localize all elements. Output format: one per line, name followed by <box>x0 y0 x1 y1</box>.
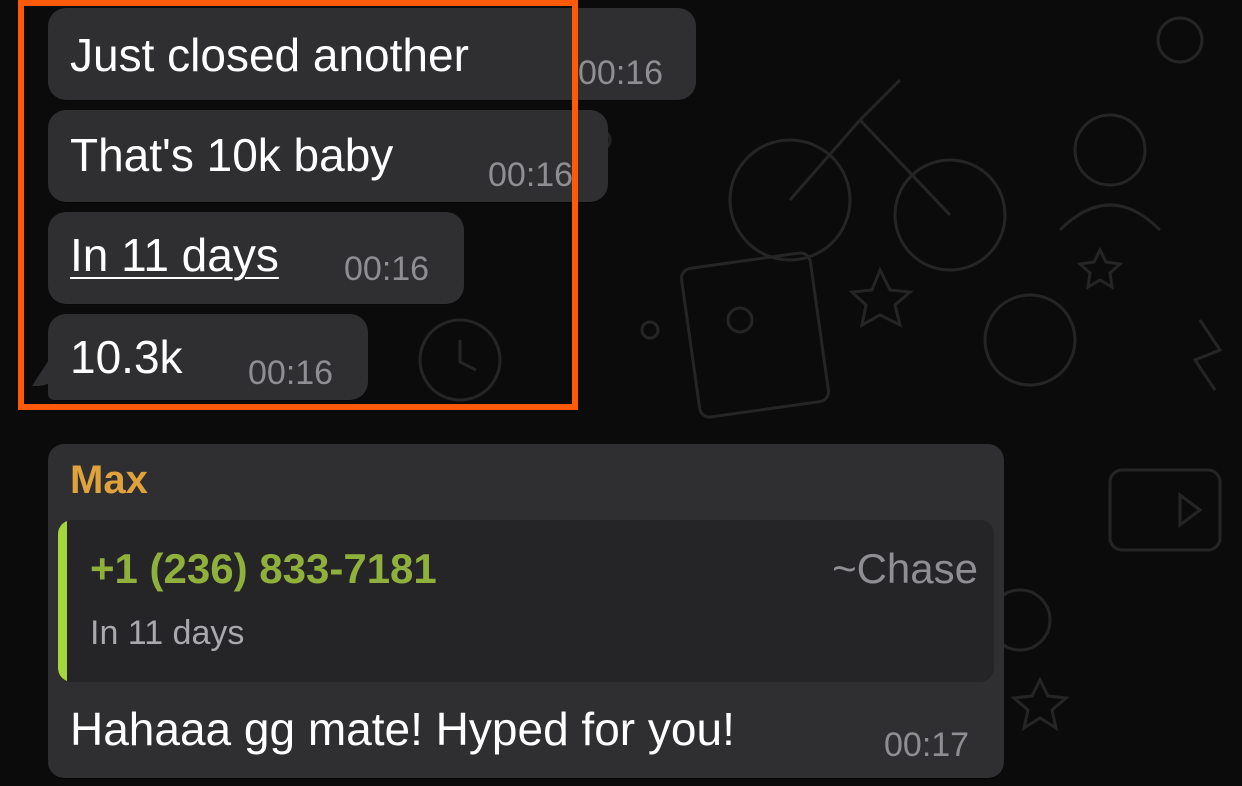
message-timestamp: 00:17 <box>884 726 970 764</box>
sender-name[interactable]: Max <box>70 460 148 500</box>
highlight-annotation-box <box>18 0 578 410</box>
quoted-sender-phone: +1 (236) 833-7181 <box>90 545 437 592</box>
quoted-message[interactable]: +1 (236) 833-7181 ~Chase In 11 days <box>58 520 994 682</box>
reply-message-bubble[interactable]: Max +1 (236) 833-7181 ~Chase In 11 days … <box>48 444 1004 778</box>
quoted-text: In 11 days <box>90 614 245 652</box>
chat-thread: Just closed another 00:16 That's 10k bab… <box>0 0 1242 786</box>
quote-accent-bar <box>58 520 67 682</box>
message-timestamp: 00:16 <box>578 54 664 92</box>
message-text: Hahaaa gg mate! Hyped for you! <box>70 703 735 755</box>
quoted-sender-alias: ~Chase <box>832 545 978 592</box>
